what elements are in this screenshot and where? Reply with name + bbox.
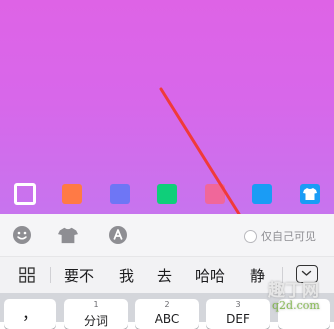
swatch-shirt[interactable] (300, 184, 320, 204)
chevron-down-icon (301, 270, 312, 276)
key-label: 分词 (83, 314, 108, 328)
swatch-white-selected[interactable] (14, 183, 36, 205)
watermark-url: q2d.com (272, 299, 320, 312)
key-number: 1 (93, 300, 99, 309)
candidate-word[interactable]: 我 (119, 265, 134, 286)
key-label: ， (21, 304, 38, 323)
shirt-icon[interactable] (58, 225, 78, 245)
private-visibility-toggle[interactable]: 仅自己可见 (244, 227, 316, 245)
swatch-pink[interactable] (205, 184, 225, 204)
candidate-word[interactable]: 去 (157, 265, 172, 286)
key-comma[interactable]: ， (4, 299, 56, 329)
candidate-word[interactable]: 哈哈 (195, 265, 225, 286)
candidate-word[interactable]: 静 (250, 265, 265, 286)
drawing-canvas[interactable] (0, 0, 334, 214)
key-number: 2 (164, 300, 170, 309)
swatch-blue[interactable] (110, 184, 130, 204)
grid-icon[interactable] (19, 267, 35, 283)
watermark-title: 趣丁网 (268, 281, 319, 301)
candidate-word[interactable]: 要不 (64, 265, 94, 286)
swatch-sky-blue[interactable] (252, 184, 272, 204)
key-2-abc[interactable]: 2 ABC (135, 299, 199, 329)
key-1-fenci[interactable]: 1 分词 (64, 299, 128, 329)
key-label: ABC (154, 312, 180, 326)
radio-icon (244, 229, 257, 243)
swatch-orange[interactable] (62, 184, 82, 204)
font-a-icon[interactable] (108, 225, 128, 245)
color-swatch-row (0, 183, 334, 210)
private-visibility-label: 仅自己可见 (261, 230, 316, 243)
smiley-icon[interactable] (12, 225, 32, 245)
site-watermark: 趣丁网 q2d.com (268, 282, 332, 320)
compose-toolbar: 仅自己可见 (0, 214, 334, 257)
key-3-def[interactable]: 3 DEF (206, 299, 270, 329)
key-label: DEF (226, 312, 250, 326)
divider (50, 267, 51, 283)
shirt-icon (303, 188, 317, 200)
key-number: 3 (235, 300, 241, 309)
swatch-green[interactable] (157, 184, 177, 204)
